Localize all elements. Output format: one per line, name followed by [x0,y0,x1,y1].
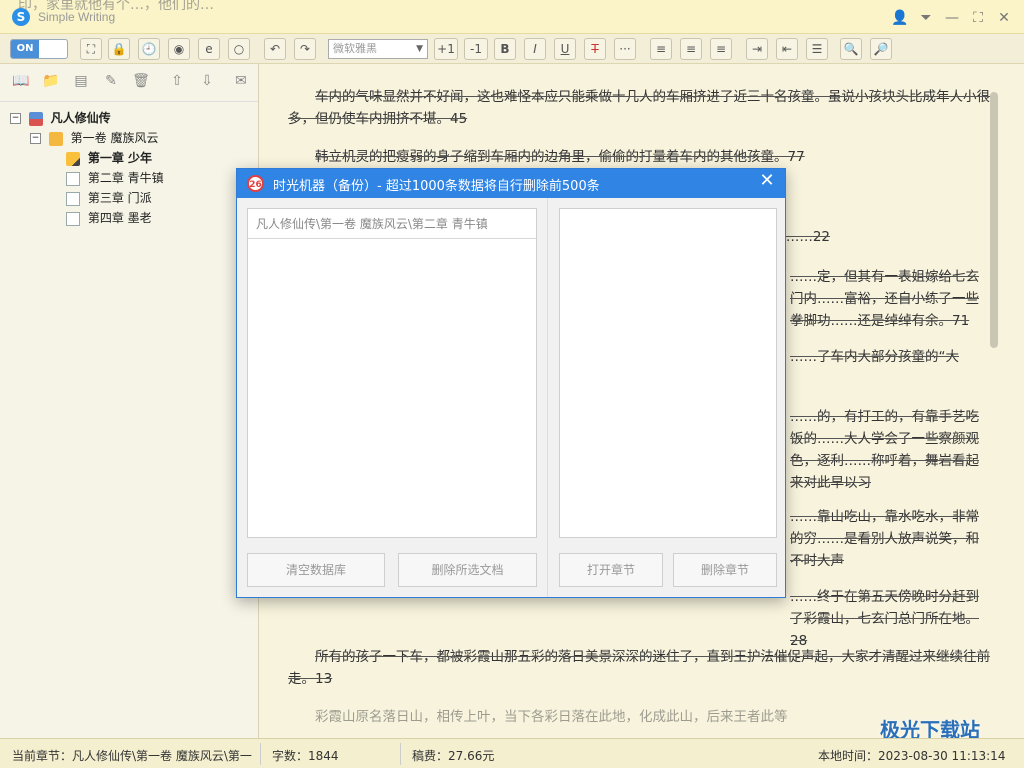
user-icon[interactable]: 👤 [890,8,910,28]
local-time-status: 本地时间：2023-08-30 11:13:14 [818,749,1006,763]
backup-list-pane[interactable]: 凡人修仙传\第一卷 魔族风云\第二章 青牛镇 [247,208,537,538]
paragraph[interactable]: ……定，但其有一表姐嫁给七玄门内……富裕，还自小练了一些拳脚功……还是绰绰有余。… [790,266,990,332]
minimize-button[interactable]: — [942,8,962,28]
sidebar: 📖 📁 ▤ ✎ 🗑 ⇧ ⇩ ✉ − 凡人修仙传 − 第一卷 魔族风云 第一章 少… [0,64,259,738]
tree-chapter-4[interactable]: 第四章 墨老 [10,208,164,228]
clear-database-button[interactable]: 清空数据库 [247,553,385,587]
align-left-icon[interactable]: ≡ [650,38,672,60]
list-icon[interactable]: ☰ [806,38,828,60]
align-center-icon[interactable]: ≡ [680,38,702,60]
move-up-icon[interactable]: ⇧ [166,71,188,93]
font-size-down-button[interactable]: -1 [464,38,488,60]
dialog-body: 凡人修仙传\第一卷 魔族风云\第二章 青牛镇 清空数据库 删除所选文档 打开章节… [237,198,785,597]
clock-icon[interactable]: 🕘 [138,38,160,60]
dropdown-icon[interactable]: ⏷ [916,8,936,28]
chevron-down-icon: ▼ [416,44,423,54]
app-title: Simple Writing [38,10,116,24]
outdent-icon[interactable]: ⇤ [776,38,798,60]
font-select-value: 微软雅黑 [333,42,377,55]
new-chapter-icon[interactable]: ▤ [70,71,92,93]
underline-button[interactable]: U [554,38,576,60]
redo-icon[interactable]: ↷ [294,38,316,60]
tree-volume[interactable]: − 第一卷 魔族风云 [10,128,164,148]
more-button[interactable]: ··· [614,38,636,60]
current-chapter-status: 当前章节：凡人修仙传\第一卷 魔族风云\第一 [12,749,252,763]
tree-chapter-label: 第一章 少年 [87,151,153,165]
delete-chapter-button[interactable]: 删除章节 [673,553,777,587]
chapter-list-pane[interactable] [559,208,777,538]
folder-icon [48,131,63,146]
lock-icon[interactable]: 🔒 [108,38,130,60]
status-divider [260,743,261,765]
window-controls: 👤 ⏷ — ⛶ ✕ [890,8,1014,28]
close-button[interactable]: ✕ [994,8,1014,28]
editor-scrollbar[interactable] [990,92,998,348]
paragraph[interactable]: ……的，有打工的，有靠手艺吃饭的……大人学会了一些察颜观色，逐利……称呼着，舞岩… [790,406,990,494]
tree-chapter-1[interactable]: 第一章 少年 [10,148,164,168]
paragraph[interactable]: 韩立机灵的把瘦弱的身子缩到车厢内的边角里，偷偷的打量着车内的其他孩童。77 [288,146,990,168]
sidebar-toolbar: 📖 📁 ▤ ✎ 🗑 ⇧ ⇩ ✉ [0,64,258,102]
indent-icon[interactable]: ⇥ [746,38,768,60]
document-icon [66,191,80,206]
tree-book[interactable]: − 凡人修仙传 [10,108,164,128]
tree-chapter-3[interactable]: 第三章 门派 [10,188,164,208]
title-bar: 印，家里就他有个…，他们的… S Simple Writing 👤 ⏷ — ⛶ … [0,0,1024,34]
toggle-label: ON [11,40,39,58]
status-bar: 当前章节：凡人修仙传\第一卷 魔族风云\第一 字数：1844 稿费：27.66元… [0,738,1024,768]
theme-icon[interactable]: ◉ [168,38,190,60]
collapse-icon[interactable]: − [30,133,41,144]
on-toggle[interactable]: ON [10,39,68,59]
collapse-icon[interactable]: − [10,113,21,124]
italic-button[interactable]: I [524,38,546,60]
move-down-icon[interactable]: ⇩ [196,71,218,93]
rename-icon[interactable]: ✎ [100,71,122,93]
tree-chapter-label: 第四章 墨老 [87,211,152,225]
book-stack-icon [28,111,43,126]
time-machine-dialog: 26 时光机器（备份）- 超过1000条数据将自行删除前500条 ✕ 凡人修仙传… [236,168,786,598]
font-select[interactable]: 微软雅黑 ▼ [328,39,428,59]
book-icon[interactable]: 📖 [10,71,32,93]
pencil-icon [66,151,80,166]
align-right-icon[interactable]: ≡ [710,38,732,60]
circle-icon[interactable]: ○ [228,38,250,60]
dialog-header: 26 时光机器（备份）- 超过1000条数据将自行删除前500条 ✕ [237,169,785,198]
replace-icon[interactable]: 🔎 [870,38,892,60]
dialog-divider [547,198,548,597]
font-size-up-button[interactable]: +1 [434,38,458,60]
fee-status: 稿费：27.66元 [412,749,495,763]
strikethrough-button[interactable]: T [584,38,606,60]
backup-path: 凡人修仙传\第一卷 魔族风云\第二章 青牛镇 [248,209,536,239]
export-icon[interactable]: ✉ [230,71,252,93]
app-logo-icon: S [12,8,30,26]
notification-badge: 26 [247,175,264,192]
fullscreen-icon[interactable]: ⛶ [80,38,102,60]
tree-book-label: 凡人修仙传 [50,111,111,125]
open-chapter-button[interactable]: 打开章节 [559,553,663,587]
paragraph[interactable]: ……终于在第五天傍晚时分赶到了彩霞山，七玄门总门所在地。28 [790,586,990,652]
document-icon [66,171,80,186]
tree-volume-label: 第一卷 魔族风云 [70,131,159,145]
word-count-status: 字数：1844 [272,749,339,763]
status-divider [400,743,401,765]
tree-chapter-label: 第二章 青牛镇 [87,171,164,185]
tree-chapter-2[interactable]: 第二章 青牛镇 [10,168,164,188]
tree-chapter-label: 第三章 门派 [87,191,152,205]
bold-button[interactable]: B [494,38,516,60]
folder-icon[interactable]: 📁 [40,71,62,93]
paragraph[interactable]: 车内的气味显然并不好闻，这也难怪本应只能乘做十几人的车厢挤进了近三十名孩童。虽说… [288,86,990,130]
search-icon[interactable]: 🔍 [840,38,862,60]
paragraph[interactable]: ……靠山吃山，靠水吃水，非常的穷……是看别人放声说笑，和不时大声 [790,506,990,572]
dialog-close-button[interactable]: ✕ [757,171,777,191]
chapter-tree: − 凡人修仙传 − 第一卷 魔族风云 第一章 少年 第二章 青牛镇 第三章 门派… [10,108,164,228]
maximize-button[interactable]: ⛶ [968,8,988,28]
undo-icon[interactable]: ↶ [264,38,286,60]
dialog-title: 时光机器（备份）- 超过1000条数据将自行删除前500条 [273,179,600,194]
main-toolbar: ON ⛶ 🔒 🕘 ◉ e ○ ↶ ↷ 微软雅黑 ▼ +1 -1 B I U T … [0,34,1024,64]
paragraph[interactable]: ……了车内大部分孩童的“大 [790,346,990,368]
delete-icon[interactable]: 🗑 [130,71,152,93]
paragraph[interactable]: 所有的孩子一下车，都被彩霞山那五彩的落日美景深深的迷住了，直到王护法催促声起，大… [288,646,990,690]
browser-icon[interactable]: e [198,38,220,60]
document-icon [66,211,80,226]
delete-selected-docs-button[interactable]: 删除所选文档 [398,553,537,587]
